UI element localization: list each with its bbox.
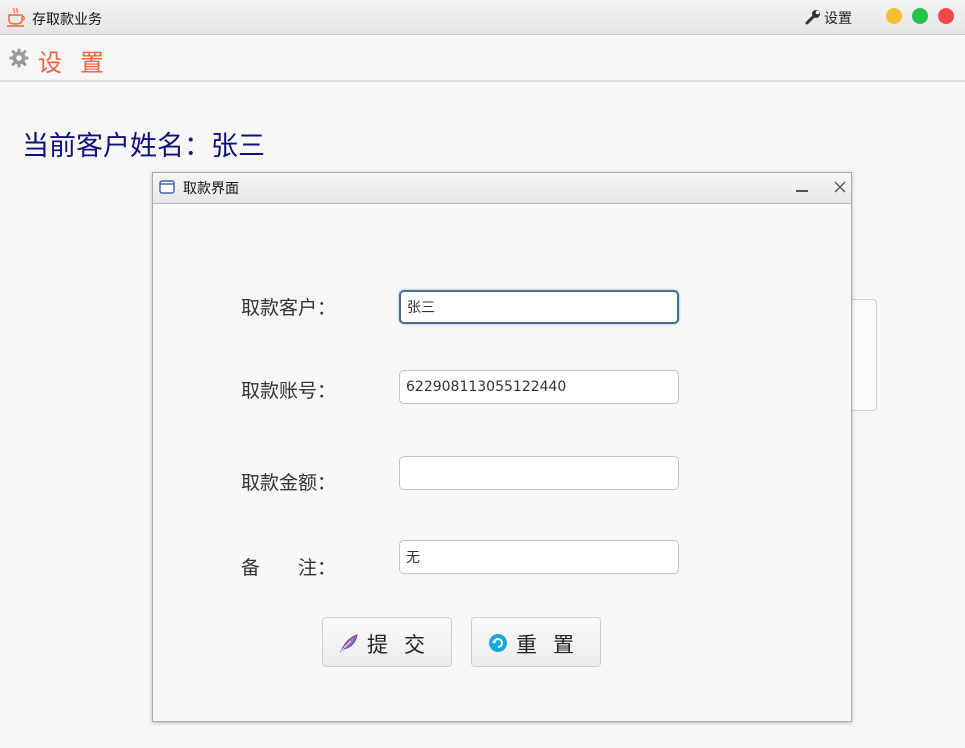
wrench-icon[interactable] xyxy=(804,8,822,26)
coffee-cup-icon xyxy=(7,7,25,27)
submit-button[interactable]: 提交 xyxy=(322,617,452,667)
account-label: 取款账号： xyxy=(241,380,337,402)
dialog-titlebar[interactable]: 取款界面 xyxy=(153,173,851,204)
refresh-icon xyxy=(489,634,507,652)
feather-icon xyxy=(339,634,358,653)
dialog-title: 取款界面 xyxy=(183,181,239,197)
maximize-window-button[interactable] xyxy=(912,8,928,24)
reset-button[interactable]: 重置 xyxy=(471,617,601,667)
current-customer-label: 当前客户姓名：张三 xyxy=(22,131,265,162)
withdraw-dialog: 取款界面 取款客户： 取款账号： 取款金额： 备 注： 提交 重置 xyxy=(152,172,852,722)
settings-menu[interactable]: 设置 xyxy=(38,43,122,78)
app-title: 存取款业务 xyxy=(32,12,102,28)
account-input[interactable] xyxy=(399,370,679,404)
title-settings-link[interactable]: 设置 xyxy=(824,8,852,28)
amount-input[interactable] xyxy=(399,456,679,490)
close-window-button[interactable] xyxy=(938,8,954,24)
amount-label: 取款金额： xyxy=(241,472,337,494)
remark-label: 备 注： xyxy=(241,557,337,579)
gear-icon xyxy=(9,48,29,68)
customer-label: 取款客户： xyxy=(241,297,337,319)
reset-label: 重置 xyxy=(516,633,590,657)
remark-input[interactable] xyxy=(399,540,679,574)
minimize-window-button[interactable] xyxy=(886,8,902,24)
submit-label: 提交 xyxy=(367,633,441,657)
window-icon xyxy=(159,180,175,194)
menu-bar: 设置 xyxy=(0,35,965,82)
window-titlebar: 存取款业务 设置 xyxy=(0,0,965,35)
minimize-icon[interactable] xyxy=(793,177,811,197)
customer-input[interactable] xyxy=(399,290,679,324)
close-icon[interactable] xyxy=(831,177,849,197)
